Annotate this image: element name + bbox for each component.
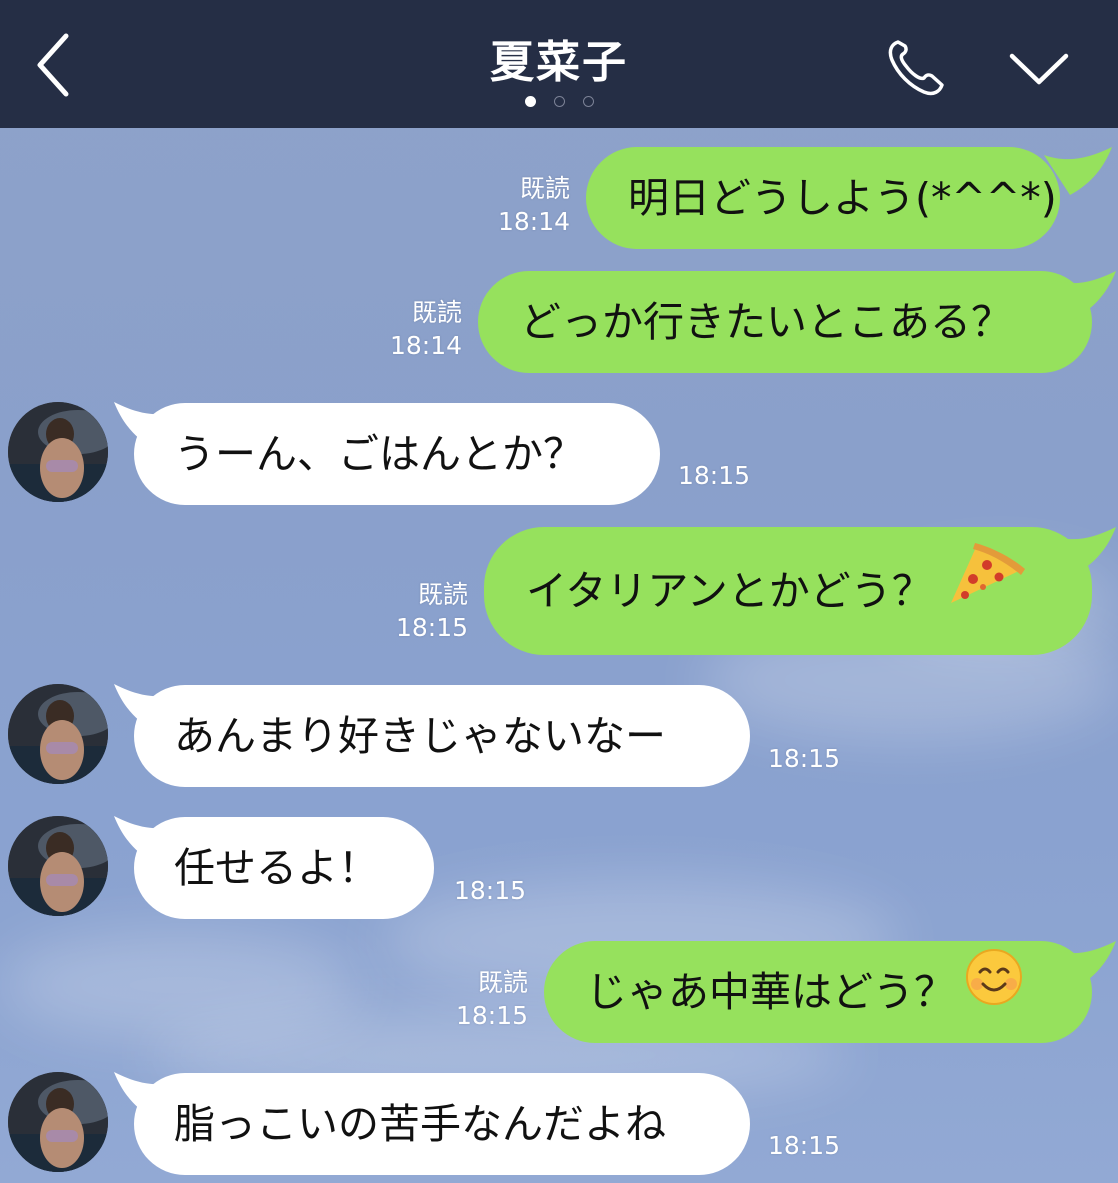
avatar-photo — [8, 1072, 108, 1172]
pizza-emoji — [947, 539, 1027, 644]
message-time: 18:15 — [455, 1001, 528, 1030]
contact-avatar[interactable] — [8, 816, 108, 916]
message-text: 任せるよ！ — [174, 844, 379, 892]
chat-title: 夏菜子 — [490, 37, 628, 88]
message-text: 明日どうしよう(*^^*) — [628, 174, 1057, 222]
read-receipt: 既読 — [417, 580, 468, 609]
message-meta: 既読 18:14 — [470, 172, 570, 238]
read-receipt: 既読 — [519, 174, 570, 203]
page-dot-1[interactable] — [524, 96, 536, 107]
contact-avatar[interactable] — [8, 402, 108, 502]
avatar-photo — [8, 684, 108, 784]
message-time: 18:14 — [389, 331, 462, 360]
avatar-photo — [8, 816, 108, 916]
phone-icon — [888, 40, 944, 96]
message-time: 18:15 — [768, 1131, 841, 1160]
bubble-tail — [1050, 941, 1116, 989]
bubble-tail — [1050, 527, 1116, 575]
message-time: 18:15 — [768, 744, 841, 773]
message-text: 脂っこいの苦手なんだよね — [174, 1100, 666, 1148]
message-text: どっか行きたいとこある？ — [520, 298, 1012, 346]
page-dot-2[interactable] — [553, 96, 565, 107]
page-indicator — [0, 96, 1118, 107]
outgoing-message-bubble[interactable]: 明日どうしよう(*^^*) — [586, 147, 1060, 249]
message-text: じゃあ中華はどう？ — [586, 968, 955, 1016]
avatar-photo — [8, 402, 108, 502]
contact-avatar[interactable] — [8, 1072, 108, 1172]
contact-avatar[interactable] — [8, 684, 108, 784]
smiling-face-emoji — [965, 941, 1023, 1043]
message-meta: 既読 18:14 — [362, 296, 462, 362]
chat-header: 夏菜子 — [0, 0, 1118, 128]
message-time: 18:14 — [497, 207, 570, 236]
bubble-tail — [1050, 271, 1116, 319]
read-receipt: 既読 — [411, 298, 462, 327]
call-button[interactable] — [884, 36, 946, 96]
message-time: 18:15 — [395, 613, 468, 642]
message-meta: 既読 18:15 — [368, 578, 468, 644]
message-time: 18:15 — [678, 461, 751, 490]
chevron-down-icon — [1009, 53, 1069, 85]
message-text: うーん、ごはんとか？ — [174, 430, 584, 478]
outgoing-message-bubble[interactable]: イタリアンとかどう？ — [484, 527, 1092, 655]
message-text: イタリアンとかどう？ — [526, 567, 933, 615]
incoming-message-bubble[interactable]: あんまり好きじゃないなー — [134, 685, 750, 787]
outgoing-message-bubble[interactable]: じゃあ中華はどう？ — [544, 941, 1092, 1043]
message-time: 18:15 — [454, 876, 527, 905]
read-receipt: 既読 — [477, 968, 528, 997]
page-dot-3[interactable] — [582, 96, 594, 107]
incoming-message-bubble[interactable]: 任せるよ！ — [134, 817, 434, 919]
message-text: あんまり好きじゃないなー — [174, 712, 666, 760]
outgoing-message-bubble[interactable]: どっか行きたいとこある？ — [478, 271, 1092, 373]
message-meta: 既読 18:15 — [428, 966, 528, 1032]
incoming-message-bubble[interactable]: 脂っこいの苦手なんだよね — [134, 1073, 750, 1175]
incoming-message-bubble[interactable]: うーん、ごはんとか？ — [134, 403, 660, 505]
menu-button[interactable] — [1006, 46, 1072, 90]
bubble-tail — [1044, 147, 1112, 195]
